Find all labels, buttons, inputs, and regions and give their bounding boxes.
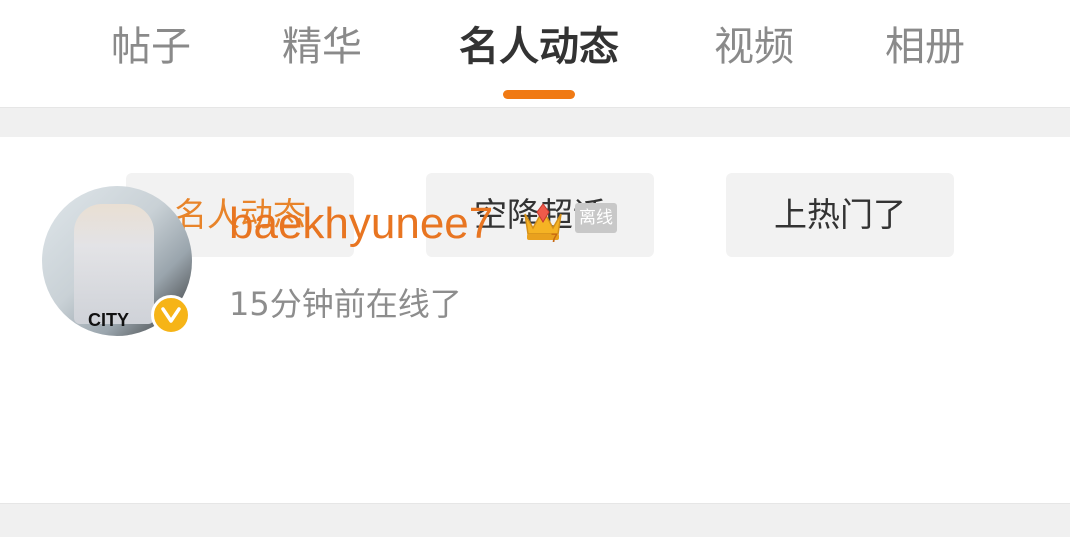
tab-albums[interactable]: 相册: [885, 22, 965, 72]
section-divider-bottom: [0, 503, 1070, 537]
avatar-photo: [74, 204, 154, 324]
active-tab-indicator: [503, 90, 575, 99]
tab-videos[interactable]: 视频: [714, 22, 794, 72]
crown-icon: 7: [524, 203, 562, 244]
tab-posts[interactable]: 帖子: [111, 22, 191, 72]
offline-badge: 离线: [575, 203, 617, 233]
tab-bar: 帖子 精华 名人动态 视频 相册: [0, 0, 1070, 107]
username[interactable]: baekhyunee7: [229, 198, 493, 250]
tab-celebrity-updates[interactable]: 名人动态: [459, 22, 619, 72]
section-divider: [0, 107, 1070, 138]
filter-chip-trending[interactable]: 上热门了: [726, 173, 954, 257]
avatar-text: CITY: [88, 310, 130, 330]
verified-v-icon: [151, 295, 191, 335]
tab-featured[interactable]: 精华: [282, 22, 362, 72]
svg-text:7: 7: [551, 231, 558, 244]
last-online-status: 15分钟前在线了: [229, 285, 462, 323]
